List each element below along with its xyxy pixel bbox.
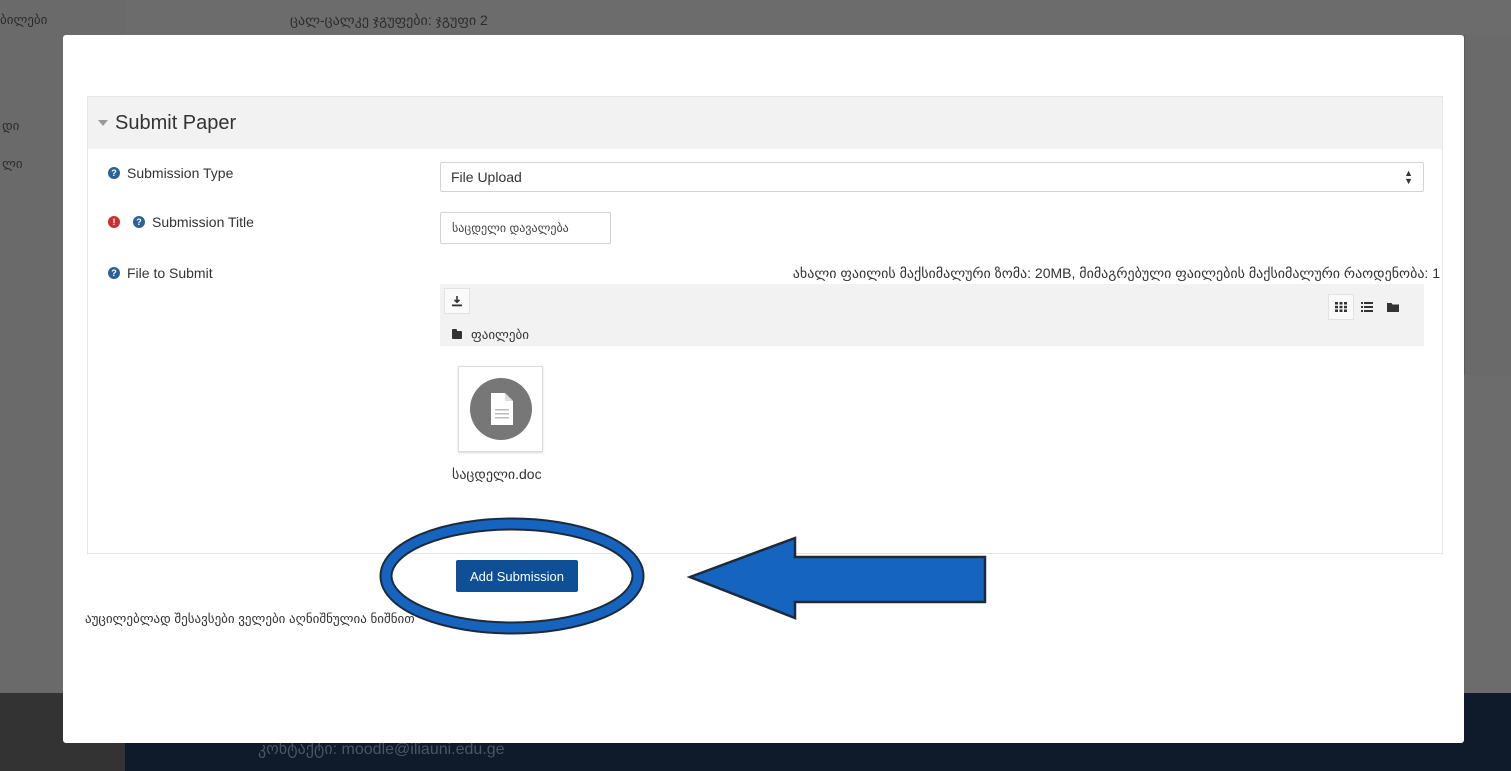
submit-paper-modal: Submit Paper ? Submission Type File Uplo… [63, 35, 1464, 743]
select-arrows-icon: ▲ ▼ [1404, 168, 1413, 186]
folder-label: ფაილები [471, 327, 529, 342]
max-file-info: ახალი ფაილის მაქსიმალური ზომა: 20MB, მიმ… [792, 265, 1440, 281]
document-icon [469, 378, 532, 440]
background-sidebar-text: ბილები [0, 12, 48, 27]
help-icon[interactable]: ? [108, 167, 120, 179]
file-item[interactable] [458, 366, 543, 452]
filepicker-toolbar: ფაილები [440, 284, 1424, 346]
section-title: Submit Paper [115, 111, 237, 134]
background-sidebar-text: ლი [2, 156, 23, 171]
section-header[interactable]: Submit Paper [88, 97, 1442, 149]
file-name[interactable]: საცდელი.doc [452, 466, 542, 483]
add-submission-button[interactable]: Add Submission [456, 560, 578, 592]
folder-breadcrumb[interactable]: ფაილები [452, 327, 529, 343]
submission-title-label-text: Submission Title [152, 214, 254, 230]
file-to-submit-label-text: File to Submit [127, 265, 213, 281]
submission-type-select[interactable]: File Upload ▲ ▼ [440, 162, 1424, 192]
file-to-submit-label: ? File to Submit [108, 265, 213, 281]
collapse-caret-icon[interactable] [98, 120, 108, 126]
list-view-icon[interactable] [1354, 294, 1380, 320]
background-sidebar-text: დი [2, 118, 20, 133]
background-right-panel [1464, 35, 1511, 375]
help-icon[interactable]: ? [108, 267, 120, 279]
submission-type-label-text: Submission Type [127, 165, 234, 181]
submission-type-label: ? Submission Type [108, 165, 233, 181]
download-icon[interactable] [444, 288, 470, 314]
grid-view-icon[interactable] [1328, 294, 1354, 320]
submission-title-value: საცდელი დავალება [452, 221, 569, 235]
required-fields-note: აუცილებლად შესავსები ველები აღნიშნულია ნ… [85, 611, 415, 626]
background-group-label: ცალ-ცალკე ჯგუფები: ჯგუფი 2 [290, 12, 488, 28]
submission-type-value: File Upload [451, 169, 522, 185]
submission-title-input[interactable]: საცდელი დავალება [440, 212, 611, 244]
required-icon: ! [108, 216, 120, 228]
tree-view-folder-icon[interactable] [1380, 294, 1406, 320]
help-icon[interactable]: ? [133, 216, 145, 228]
submission-title-label: ! ? Submission Title [108, 214, 254, 230]
folder-icon [452, 329, 462, 339]
